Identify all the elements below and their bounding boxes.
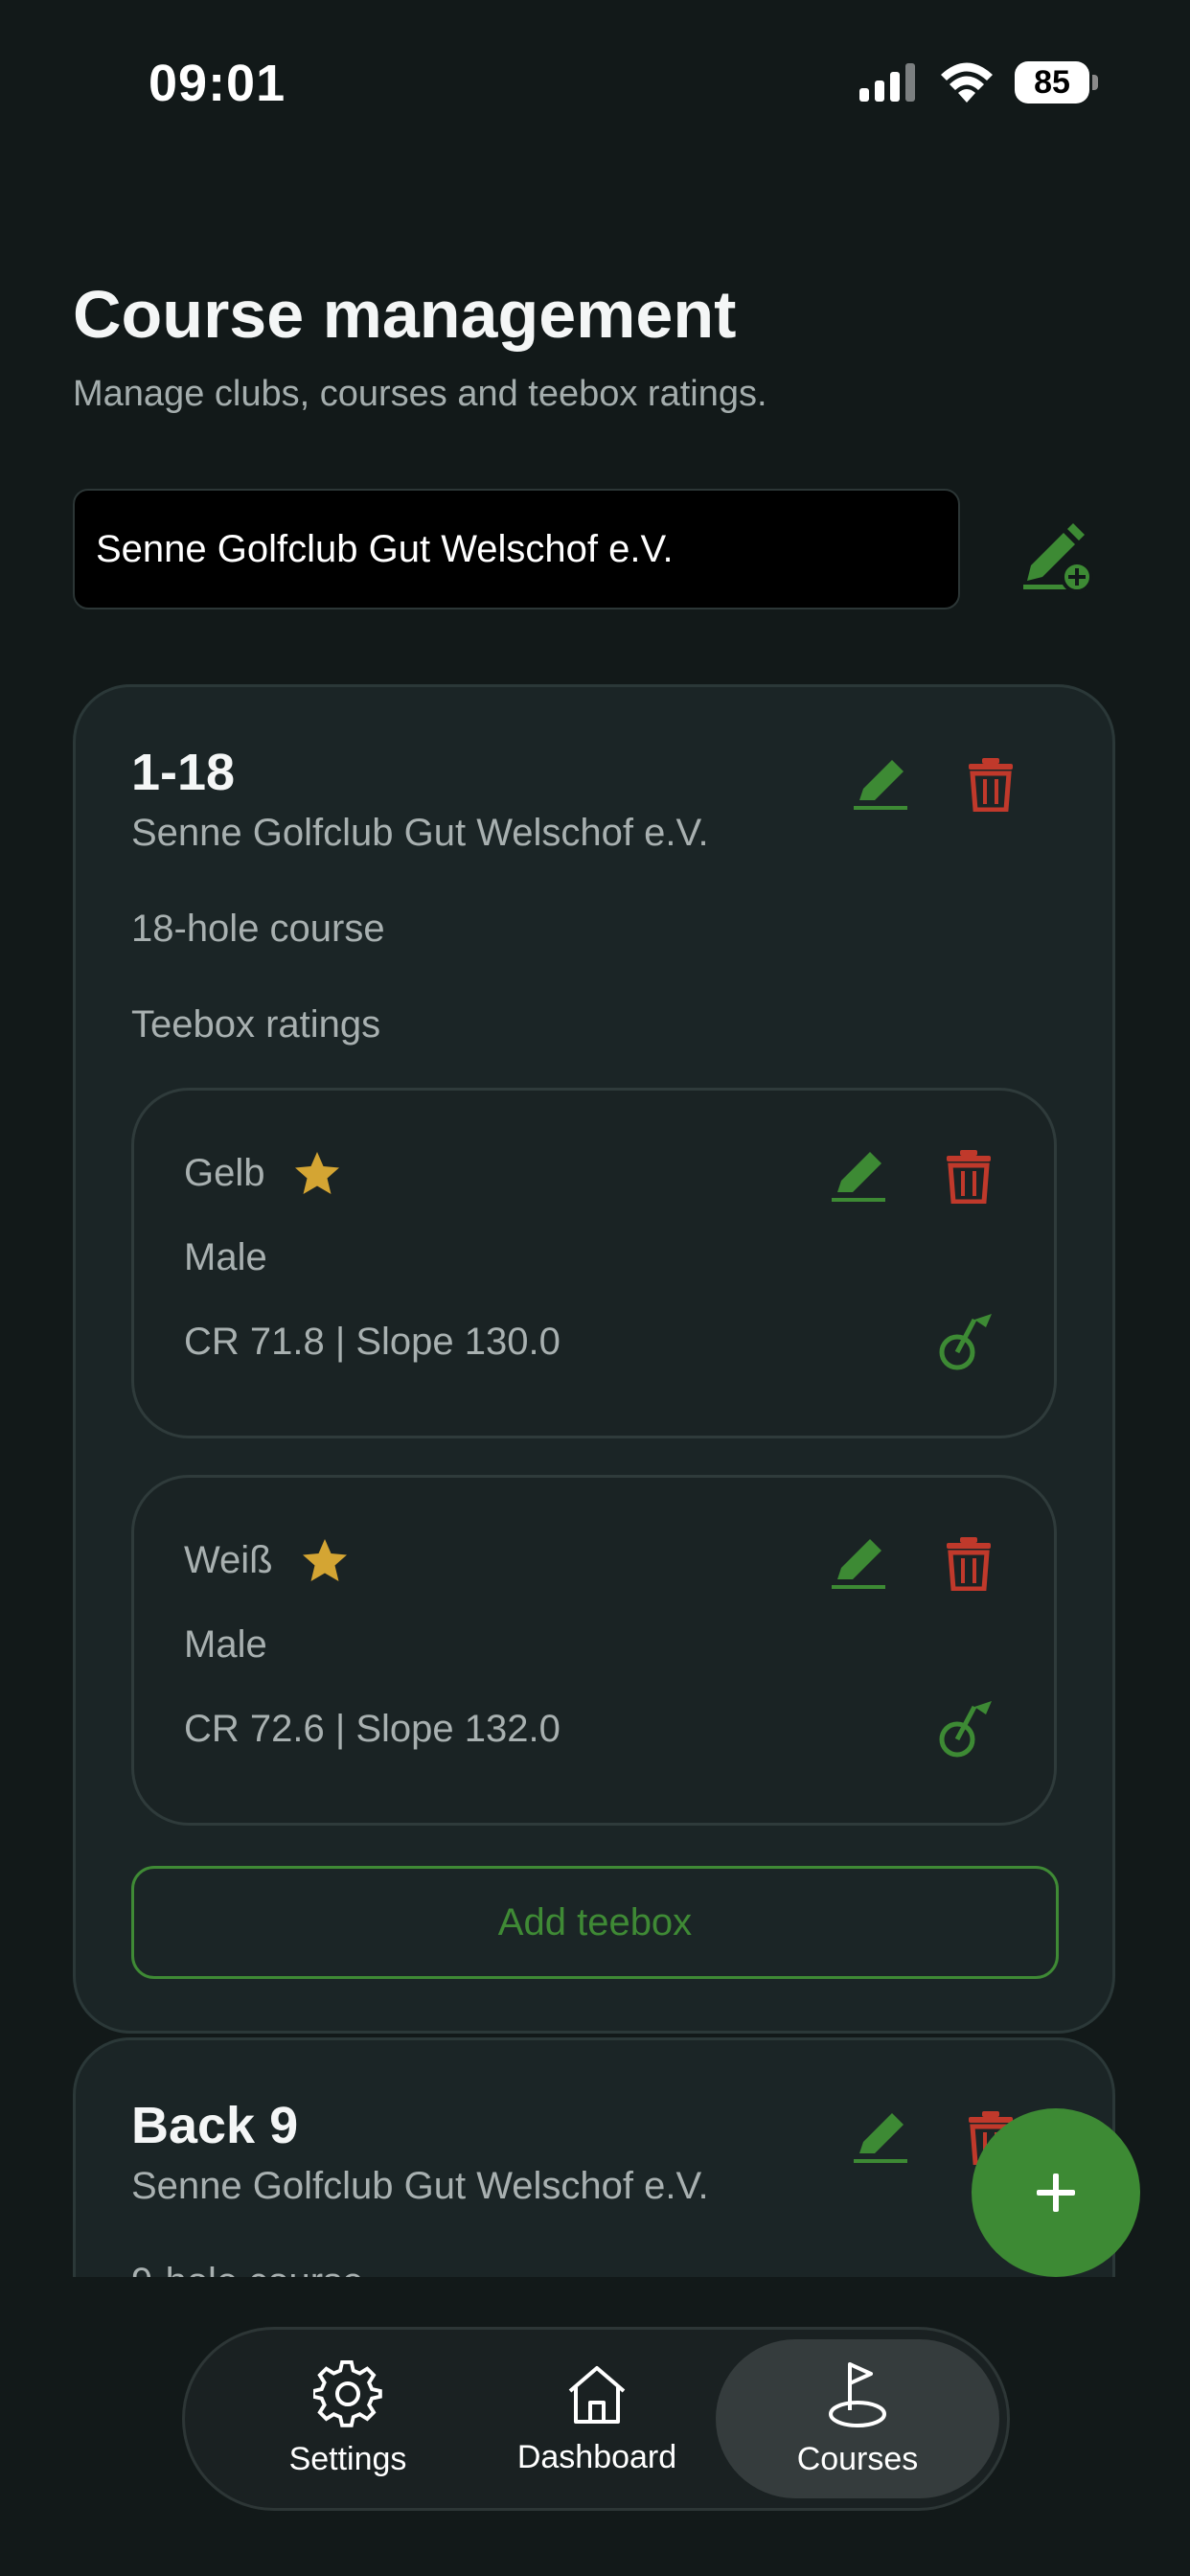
wifi-icon bbox=[941, 62, 993, 103]
tab-bar: Settings Dashboard Courses bbox=[182, 2327, 1010, 2511]
course-name: Back 9 bbox=[131, 2097, 299, 2154]
teebox-ratings-heading: Teebox ratings bbox=[131, 1003, 381, 1046]
teebox-rating: CR 71.8 | Slope 130.0 bbox=[184, 1321, 561, 1363]
tab-label: Settings bbox=[288, 2440, 407, 2477]
add-course-fab[interactable] bbox=[972, 2108, 1140, 2277]
add-club-button[interactable] bbox=[1018, 518, 1094, 594]
pencil-icon bbox=[854, 2113, 907, 2163]
pencil-icon bbox=[832, 1152, 885, 1202]
golf-play-button[interactable] bbox=[935, 1694, 1002, 1761]
trash-icon bbox=[947, 1537, 991, 1591]
teebox-rating: CR 72.6 | Slope 132.0 bbox=[184, 1708, 561, 1750]
tab-label: Courses bbox=[796, 2440, 919, 2477]
favorite-star-icon[interactable] bbox=[301, 1537, 349, 1585]
tab-courses[interactable]: Courses bbox=[716, 2339, 999, 2498]
tab-label: Dashboard bbox=[516, 2438, 677, 2475]
course-club-name: Senne Golfclub Gut Welschof e.V. bbox=[131, 2165, 709, 2207]
teebox-gender: Male bbox=[184, 1623, 267, 1666]
page-title: Course management bbox=[73, 277, 737, 352]
cellular-signal-icon bbox=[859, 63, 915, 102]
pencil-icon bbox=[854, 760, 907, 810]
golf-flag-icon bbox=[939, 1314, 992, 1370]
edit-course-button[interactable] bbox=[848, 750, 915, 817]
course-card: Back 9 Senne Golfclub Gut Welschof e.V. … bbox=[73, 2037, 1115, 2277]
battery-indicator: 85 bbox=[1015, 61, 1098, 104]
favorite-star-icon[interactable] bbox=[293, 1150, 341, 1198]
teebox-name: Weiß bbox=[184, 1539, 273, 1581]
edit-course-button[interactable] bbox=[848, 2104, 915, 2171]
delete-course-button[interactable] bbox=[957, 750, 1024, 817]
home-icon bbox=[568, 2365, 626, 2424]
edit-add-icon bbox=[1023, 523, 1093, 593]
page-subtitle: Manage clubs, courses and teebox ratings… bbox=[73, 374, 767, 414]
tab-settings[interactable]: Settings bbox=[242, 2339, 453, 2498]
golf-play-button[interactable] bbox=[935, 1307, 1002, 1374]
teebox-card: Weiß Male CR 72.6 | Slope 132.0 bbox=[131, 1475, 1057, 1826]
delete-teebox-button[interactable] bbox=[935, 1530, 1002, 1597]
golf-flag-icon bbox=[939, 1701, 992, 1758]
delete-teebox-button[interactable] bbox=[935, 1142, 1002, 1209]
teebox-card: Gelb Male CR 71.8 | Slope 130.0 bbox=[131, 1088, 1057, 1438]
trash-icon bbox=[969, 758, 1013, 812]
trash-icon bbox=[947, 1150, 991, 1204]
tab-dashboard[interactable]: Dashboard bbox=[492, 2339, 702, 2498]
flag-icon bbox=[829, 2361, 886, 2427]
plus-icon bbox=[1037, 2174, 1075, 2212]
course-type: 18-hole course bbox=[131, 908, 385, 950]
course-list[interactable]: 1-18 Senne Golfclub Gut Welschof e.V. 18… bbox=[0, 671, 1190, 2277]
edit-teebox-button[interactable] bbox=[826, 1142, 893, 1209]
status-icons: 85 bbox=[859, 61, 1098, 104]
course-type: 9-hole course bbox=[131, 2261, 363, 2277]
add-teebox-button[interactable]: Add teebox bbox=[131, 1866, 1059, 1979]
pencil-icon bbox=[832, 1539, 885, 1589]
status-time: 09:01 bbox=[149, 55, 286, 112]
edit-teebox-button[interactable] bbox=[826, 1530, 893, 1597]
status-bar: 09:01 85 bbox=[0, 0, 1190, 172]
gear-icon bbox=[313, 2359, 382, 2427]
club-select-field[interactable]: Senne Golfclub Gut Welschof e.V. bbox=[73, 489, 960, 610]
course-card: 1-18 Senne Golfclub Gut Welschof e.V. 18… bbox=[73, 684, 1115, 2034]
course-name: 1-18 bbox=[131, 744, 236, 801]
course-club-name: Senne Golfclub Gut Welschof e.V. bbox=[131, 812, 709, 854]
teebox-name: Gelb bbox=[184, 1152, 265, 1194]
teebox-gender: Male bbox=[184, 1236, 267, 1278]
